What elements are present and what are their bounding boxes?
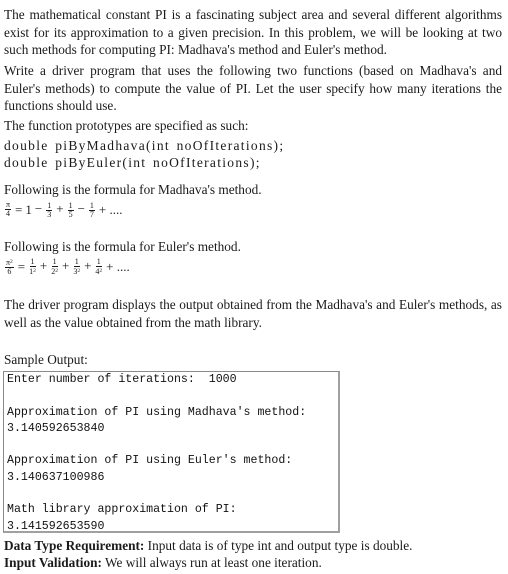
euler-term-operator: + bbox=[39, 258, 48, 273]
euler-term-fraction: 1 32 bbox=[73, 257, 81, 277]
sample-output-label: Sample Output: bbox=[4, 352, 88, 367]
output-line: Approximation of PI using Euler's method… bbox=[7, 454, 293, 468]
prototype-madhava: double piByMadhava(int noOfIterations); bbox=[4, 138, 285, 153]
output-line: Math library approximation of PI: bbox=[7, 503, 237, 517]
madhava-term-operator: + bbox=[56, 201, 64, 216]
euler-label: Following is the formula for Euler's met… bbox=[4, 239, 241, 254]
madhava-term-operator: − bbox=[77, 201, 85, 216]
madhava-term-fraction: 17 bbox=[88, 200, 95, 219]
output-line: Enter number of iterations: 1000 bbox=[7, 373, 237, 386]
prototype-euler: double piByEuler(int noOfIterations); bbox=[4, 155, 261, 170]
madhava-term-operator: − bbox=[34, 201, 43, 216]
output-line: 3.140637100986 bbox=[7, 470, 105, 484]
euler-term-operator: + bbox=[61, 258, 70, 273]
euler-lhs: π2 6 bbox=[5, 258, 14, 276]
intro-paragraph-1: The mathematical constant PI is a fascin… bbox=[4, 7, 502, 57]
euler-term-fraction: 1 42 bbox=[95, 257, 103, 277]
euler-terms: 1 12 +1 22 +1 32 +1 42 bbox=[28, 258, 103, 276]
madhava-lhs: π 4 bbox=[5, 200, 12, 219]
input-validation: Input Validation: We will always run at … bbox=[4, 555, 322, 570]
euler-term-fraction: 1 22 bbox=[51, 257, 58, 277]
euler-term-fraction: 1 12 bbox=[29, 257, 36, 277]
sample-output-box: Enter number of iterations: 1000 Approxim… bbox=[3, 371, 340, 533]
data-type-requirement: Data Type Requirement: Input data is of … bbox=[4, 538, 413, 553]
madhava-formula: π 4 = 1 −1 3 +1 5−1 7 + .... bbox=[5, 200, 123, 219]
output-line: 3.140592653840 bbox=[7, 421, 105, 435]
intro-paragraph-2: Write a driver program that uses the fol… bbox=[4, 63, 502, 113]
driver-text: The driver program displays the output o… bbox=[4, 297, 502, 330]
euler-term-operator: + bbox=[84, 258, 92, 273]
prototypes-label: The function prototypes are specified as… bbox=[4, 118, 249, 133]
output-line: Approximation of PI using Madhava's meth… bbox=[7, 405, 307, 419]
madhava-term-fraction: 15 bbox=[67, 200, 74, 219]
madhava-terms: −1 3 +1 5−1 7 bbox=[32, 201, 96, 219]
madhava-term-fraction: 13 bbox=[46, 200, 53, 219]
euler-formula: π2 6 = 1 12 +1 22 +1 32 +1 42 + .... bbox=[5, 257, 130, 277]
output-line: 3.141592653590 bbox=[7, 519, 105, 533]
madhava-label: Following is the formula for Madhava's m… bbox=[4, 182, 262, 197]
